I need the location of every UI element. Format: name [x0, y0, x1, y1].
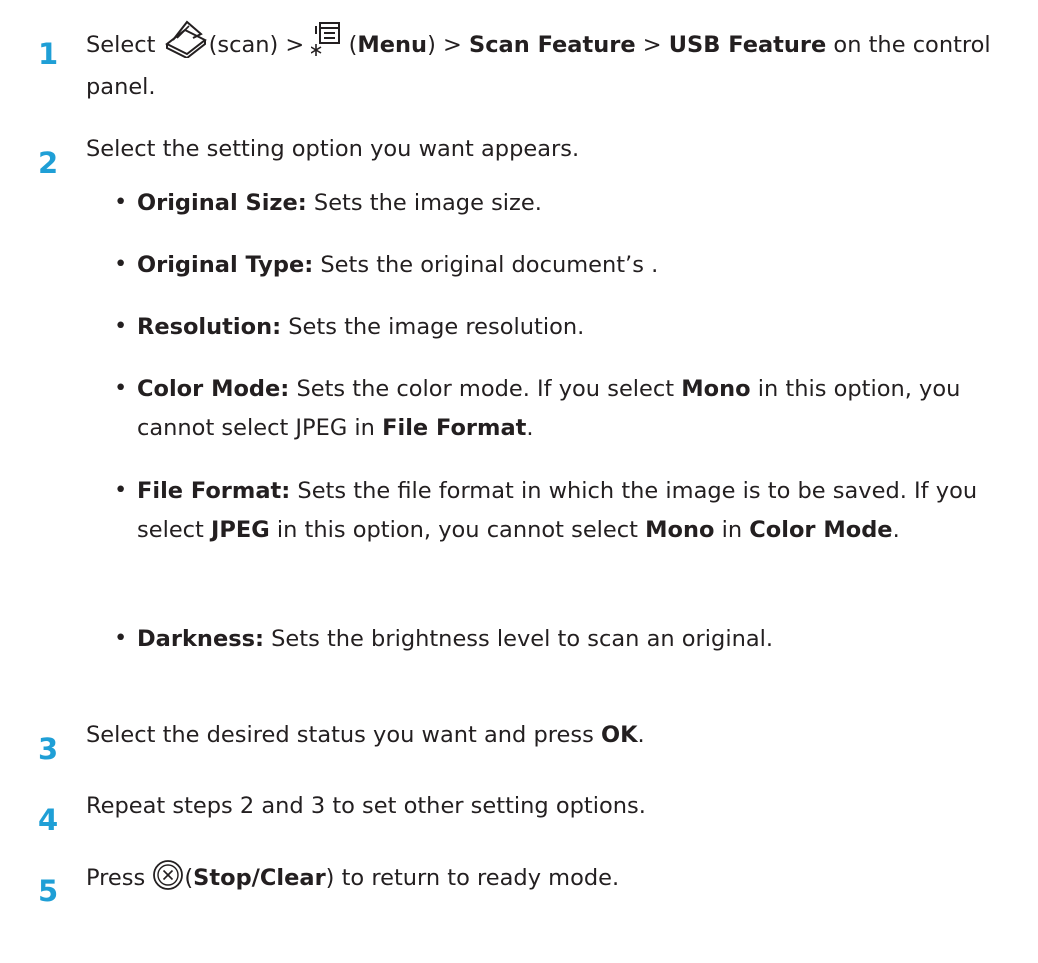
option-term: Original Type:: [137, 252, 314, 278]
usb-feature-label: USB Feature: [668, 32, 827, 58]
option-desc: in this option, you cannot select: [269, 517, 646, 543]
bullet-dot: •: [114, 477, 128, 503]
step-text-segment: Select the desired status you want and p…: [86, 722, 601, 748]
option-text: Original Type: Sets the original documen…: [137, 246, 997, 285]
option-bold: Mono: [681, 376, 751, 402]
step-number: 3: [38, 732, 59, 766]
step-text-segment: ) >: [427, 32, 469, 58]
bullet-dot: •: [114, 251, 128, 277]
option-bold: Mono: [645, 517, 715, 543]
step-text-segment: ) to return to ready mode.: [325, 865, 620, 891]
step-text-segment: Press: [86, 865, 153, 891]
step-text-segment: (scan) >: [208, 32, 312, 58]
option-term: Darkness:: [137, 626, 264, 652]
bullet-dot: •: [114, 313, 128, 339]
step-number: 5: [38, 874, 59, 908]
step-text-segment: Select: [86, 32, 163, 58]
option-desc: Sets the brightness level to scan an ori…: [263, 626, 774, 652]
scan-feature-label: Scan Feature: [469, 32, 636, 58]
step-text-segment: (: [184, 865, 194, 891]
manual-page: { "steps": [ { "num": "1", "pre_select":…: [0, 0, 1038, 963]
option-desc: .: [892, 517, 900, 543]
option-text: Color Mode: Sets the color mode. If you …: [137, 370, 997, 448]
step-text-segment: .: [637, 722, 645, 748]
option-desc: in: [714, 517, 750, 543]
option-term: Color Mode:: [137, 376, 290, 402]
bullet-dot: •: [114, 189, 128, 215]
option-bold: Color Mode: [749, 517, 893, 543]
option-desc: Sets the image size.: [306, 190, 542, 216]
option-desc: Sets the color mode. If you select: [289, 376, 682, 402]
step-text: Select the setting option you want appea…: [86, 136, 580, 162]
step-text: Repeat steps 2 and 3 to set other settin…: [86, 793, 646, 819]
option-text: File Format: Sets the file format in whi…: [137, 472, 997, 550]
option-text: Darkness: Sets the brightness level to s…: [137, 620, 997, 659]
step-text-segment: (: [341, 32, 358, 58]
bullet-dot: •: [114, 375, 128, 401]
option-text: Resolution: Sets the image resolution.: [137, 308, 997, 347]
step-number: 4: [38, 803, 59, 837]
step-text: Press (Stop/Clear) to return to ready mo…: [86, 859, 1006, 902]
stop-clear-label: Stop/Clear: [193, 865, 326, 891]
menu-label: Menu: [357, 32, 428, 58]
option-term: Resolution:: [137, 314, 282, 340]
option-term: File Format:: [137, 478, 291, 504]
step-number: 2: [38, 146, 59, 180]
bullet-dot: •: [114, 625, 128, 651]
step-number: 1: [38, 37, 59, 71]
step-text: Select (scan) > (Menu) > Scan Feature > …: [86, 20, 1006, 105]
option-term: Original Size:: [137, 190, 307, 216]
step-text-segment: >: [635, 32, 669, 58]
option-desc: Sets the image resolution.: [281, 314, 585, 340]
step-text: Select the desired status you want and p…: [86, 717, 1006, 753]
stop-clear-icon: [152, 859, 184, 902]
option-desc: .: [526, 415, 534, 441]
option-text: Original Size: Sets the image size.: [137, 184, 997, 223]
ok-label: OK: [600, 722, 638, 748]
option-bold: JPEG: [211, 517, 270, 543]
option-desc: Sets the original document’s .: [313, 252, 659, 278]
option-bold: File Format: [382, 415, 527, 441]
scan-icon: [163, 20, 209, 69]
menu-icon: [311, 22, 341, 69]
